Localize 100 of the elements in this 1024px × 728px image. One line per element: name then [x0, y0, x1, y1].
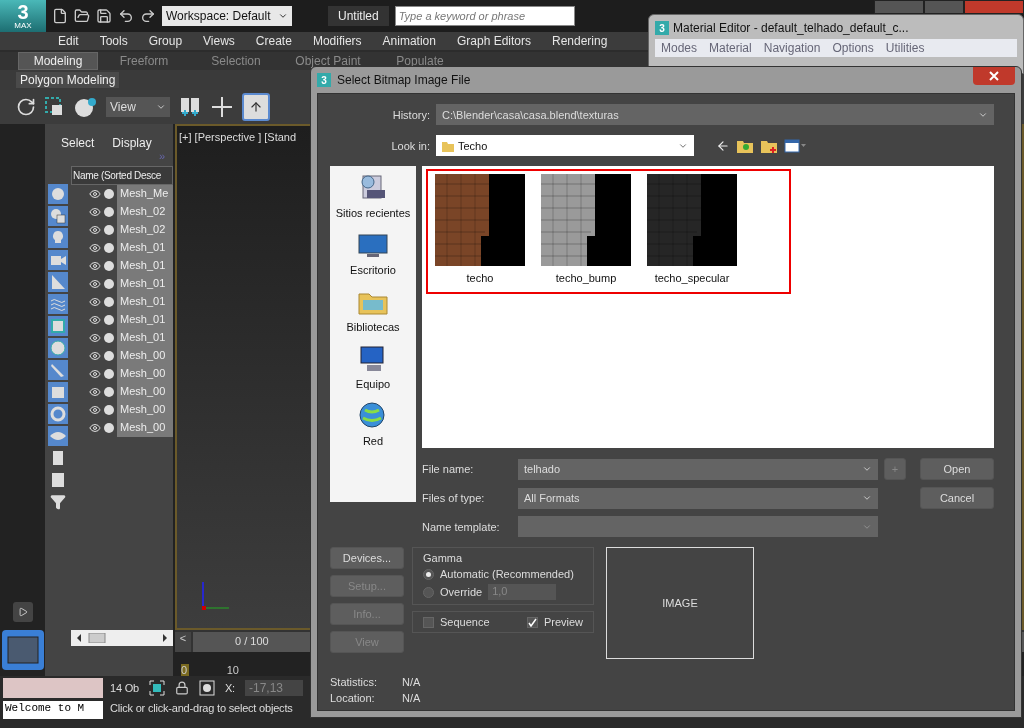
render-dot-icon[interactable]: [104, 405, 114, 415]
render-dot-icon[interactable]: [104, 225, 114, 235]
file-name[interactable]: techo_bump: [555, 272, 617, 284]
scene-object-item[interactable]: Mesh_00: [117, 401, 173, 419]
eye-icon[interactable]: [89, 386, 101, 398]
menu-item[interactable]: Edit: [58, 34, 79, 48]
redo-icon[interactable]: [140, 8, 156, 24]
menu-item[interactable]: Tools: [99, 34, 128, 48]
place-item[interactable]: Escritorio: [350, 264, 396, 276]
menu-item[interactable]: Animation: [382, 34, 436, 48]
scene-object-item[interactable]: Mesh_Me: [117, 185, 173, 203]
side-button[interactable]: Devices...: [330, 547, 404, 569]
eye-icon[interactable]: [89, 350, 101, 362]
filter-icon[interactable]: [48, 492, 68, 512]
render-dot-icon[interactable]: [104, 243, 114, 253]
new-file-icon[interactable]: [52, 8, 68, 24]
radio-button[interactable]: [423, 568, 434, 580]
cancel-button[interactable]: Cancel: [920, 487, 994, 509]
eye-icon[interactable]: [89, 422, 101, 434]
scene-object-item[interactable]: Mesh_00: [117, 365, 173, 383]
render-dot-icon[interactable]: [104, 423, 114, 433]
eye-icon[interactable]: [89, 314, 101, 326]
render-dot-icon[interactable]: [104, 279, 114, 289]
menu-item[interactable]: Graph Editors: [456, 34, 531, 48]
render-dot-icon[interactable]: [104, 387, 114, 397]
look-in-dropdown[interactable]: Techo: [436, 135, 694, 156]
view-menu-icon[interactable]: [784, 137, 806, 154]
column-header[interactable]: Name (Sorted Desce: [71, 166, 173, 185]
menu-item[interactable]: Modes: [661, 41, 698, 55]
menu-item[interactable]: Options: [832, 41, 874, 55]
workspace-dropdown[interactable]: Workspace: Default: [162, 6, 292, 26]
render-dot-icon[interactable]: [104, 369, 114, 379]
place-item[interactable]: Sitios recientes: [335, 207, 411, 219]
render-dot-icon[interactable]: [104, 351, 114, 361]
menu-item[interactable]: Material: [709, 41, 752, 55]
render-dot-icon[interactable]: [104, 207, 114, 217]
close-button[interactable]: [964, 0, 1024, 14]
scene-object-item[interactable]: Mesh_01: [117, 257, 173, 275]
eye-icon[interactable]: [89, 242, 101, 254]
checkbox[interactable]: [526, 616, 538, 628]
scene-object-item[interactable]: Mesh_01: [117, 293, 173, 311]
ribbon-tab[interactable]: Object Paint: [282, 52, 374, 70]
place-item[interactable]: Red: [362, 435, 384, 447]
rotate-icon[interactable]: [16, 97, 36, 117]
scene-object-item[interactable]: Mesh_01: [117, 239, 173, 257]
eye-icon[interactable]: [89, 260, 101, 272]
open-folder-icon[interactable]: [74, 8, 90, 24]
save-icon[interactable]: [96, 8, 112, 24]
eye-icon[interactable]: [89, 332, 101, 344]
menu-item[interactable]: Create: [255, 34, 292, 48]
scene-object-item[interactable]: Mesh_00: [117, 347, 173, 365]
close-button[interactable]: [973, 67, 1015, 85]
shape-filter-icon[interactable]: [48, 206, 68, 226]
eye-icon[interactable]: [89, 296, 101, 308]
eye-icon[interactable]: [89, 188, 101, 200]
scene-object-item[interactable]: Mesh_00: [117, 419, 173, 437]
render-dot-icon[interactable]: [104, 261, 114, 271]
view-dropdown[interactable]: View: [106, 97, 170, 117]
explorer-menu-item[interactable]: Select: [61, 136, 95, 166]
menu-item[interactable]: Group: [148, 34, 183, 48]
listener-field[interactable]: Welcome to M: [3, 701, 103, 719]
eye-icon[interactable]: [89, 206, 101, 218]
file-name[interactable]: techo_specular: [654, 272, 730, 284]
ribbon-tab[interactable]: Populate: [374, 52, 466, 70]
back-arrow-icon[interactable]: [716, 138, 730, 153]
lock-icon[interactable]: [174, 681, 189, 695]
open-button[interactable]: Open: [920, 458, 994, 480]
file-name[interactable]: techo: [466, 272, 494, 284]
light-filter-icon[interactable]: [48, 228, 68, 248]
play-icon[interactable]: [12, 602, 33, 622]
camera-filter-icon[interactable]: [48, 250, 68, 270]
file-name-field[interactable]: telhado: [518, 458, 878, 480]
horizontal-scrollbar[interactable]: [71, 630, 173, 646]
scene-object-item[interactable]: Mesh_01: [117, 311, 173, 329]
place-item[interactable]: Bibliotecas: [346, 321, 400, 333]
viewport-thumbnail[interactable]: [1, 630, 44, 670]
eye-icon[interactable]: [89, 278, 101, 290]
radio-button[interactable]: [423, 586, 434, 598]
eye-icon[interactable]: [89, 404, 101, 416]
search-field[interactable]: Type a keyword or phrase: [394, 6, 575, 26]
render-dot-icon[interactable]: [104, 189, 114, 199]
checkbox[interactable]: [423, 616, 434, 628]
undo-icon[interactable]: [118, 8, 134, 24]
scene-object-item[interactable]: Mesh_01: [117, 329, 173, 347]
render-dot-icon[interactable]: [104, 315, 114, 325]
render-dot-icon[interactable]: [104, 333, 114, 343]
menu-item[interactable]: Rendering: [552, 34, 608, 48]
scene-object-item[interactable]: Mesh_02: [117, 221, 173, 239]
menu-item[interactable]: Utilities: [885, 41, 925, 55]
explorer-menu-item[interactable]: Display: [112, 136, 152, 166]
scene-object-item[interactable]: Mesh_02: [117, 203, 173, 221]
x-coordinate-field[interactable]: -17,13: [244, 680, 303, 696]
geometry-filter-icon[interactable]: [48, 184, 68, 204]
file-type-dropdown[interactable]: All Formats: [518, 487, 878, 509]
eye-icon[interactable]: [89, 368, 101, 380]
render-dot-icon[interactable]: [104, 297, 114, 307]
ribbon-tab[interactable]: Freeform: [98, 52, 190, 70]
ribbon-tab[interactable]: Modeling: [18, 52, 98, 70]
previous-frame-button[interactable]: <: [175, 632, 191, 652]
viewport-label[interactable]: [+] [Perspective ] [Stand: [179, 131, 297, 143]
